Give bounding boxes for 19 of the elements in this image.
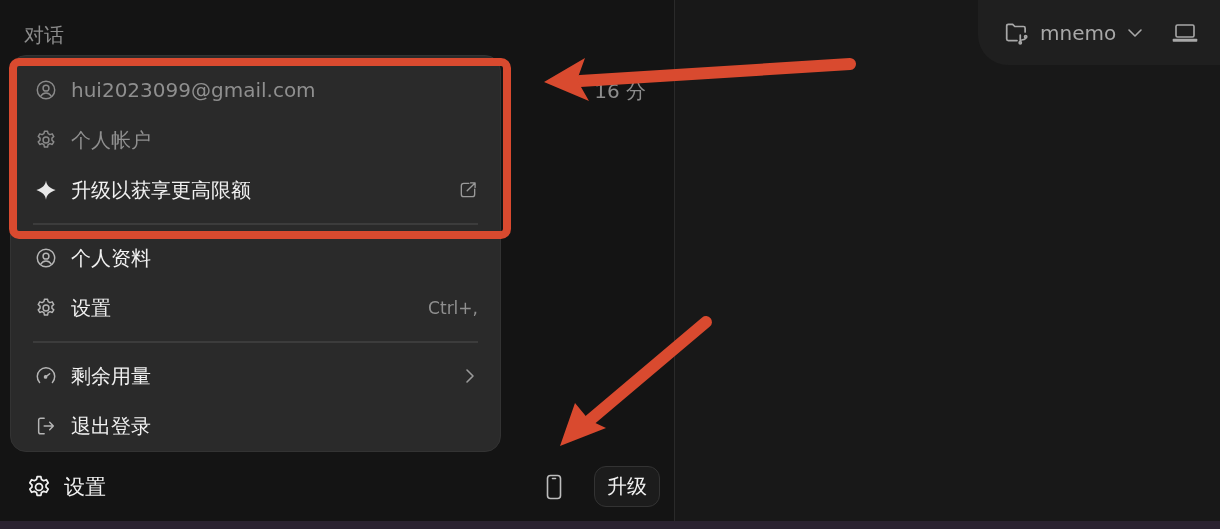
laptop-icon[interactable] — [1172, 21, 1199, 44]
menu-item[interactable]: 升级以获享更高限额 — [11, 165, 500, 215]
external-link-icon — [458, 180, 478, 200]
menu-item[interactable]: 剩余用量 — [11, 351, 500, 401]
section-heading: 对话 — [23, 22, 65, 49]
project-label[interactable]: mnemo — [1040, 20, 1117, 45]
logout-icon — [35, 415, 57, 437]
upgrade-button[interactable]: 升级 — [594, 466, 660, 507]
settings-label[interactable]: 设置 — [64, 472, 534, 501]
phone-icon[interactable] — [546, 473, 562, 500]
gear-icon — [35, 129, 57, 151]
shortcut-label: Ctrl+, — [428, 298, 478, 318]
user-icon — [35, 79, 57, 101]
user-icon — [35, 247, 57, 269]
menu-item[interactable]: 个人资料 — [11, 233, 500, 283]
settings-icon — [35, 297, 57, 319]
sparkle-icon — [35, 179, 57, 201]
menu-item[interactable]: 退出登录 — [11, 401, 500, 451]
menu-item[interactable]: 设置 Ctrl+, — [11, 283, 500, 333]
